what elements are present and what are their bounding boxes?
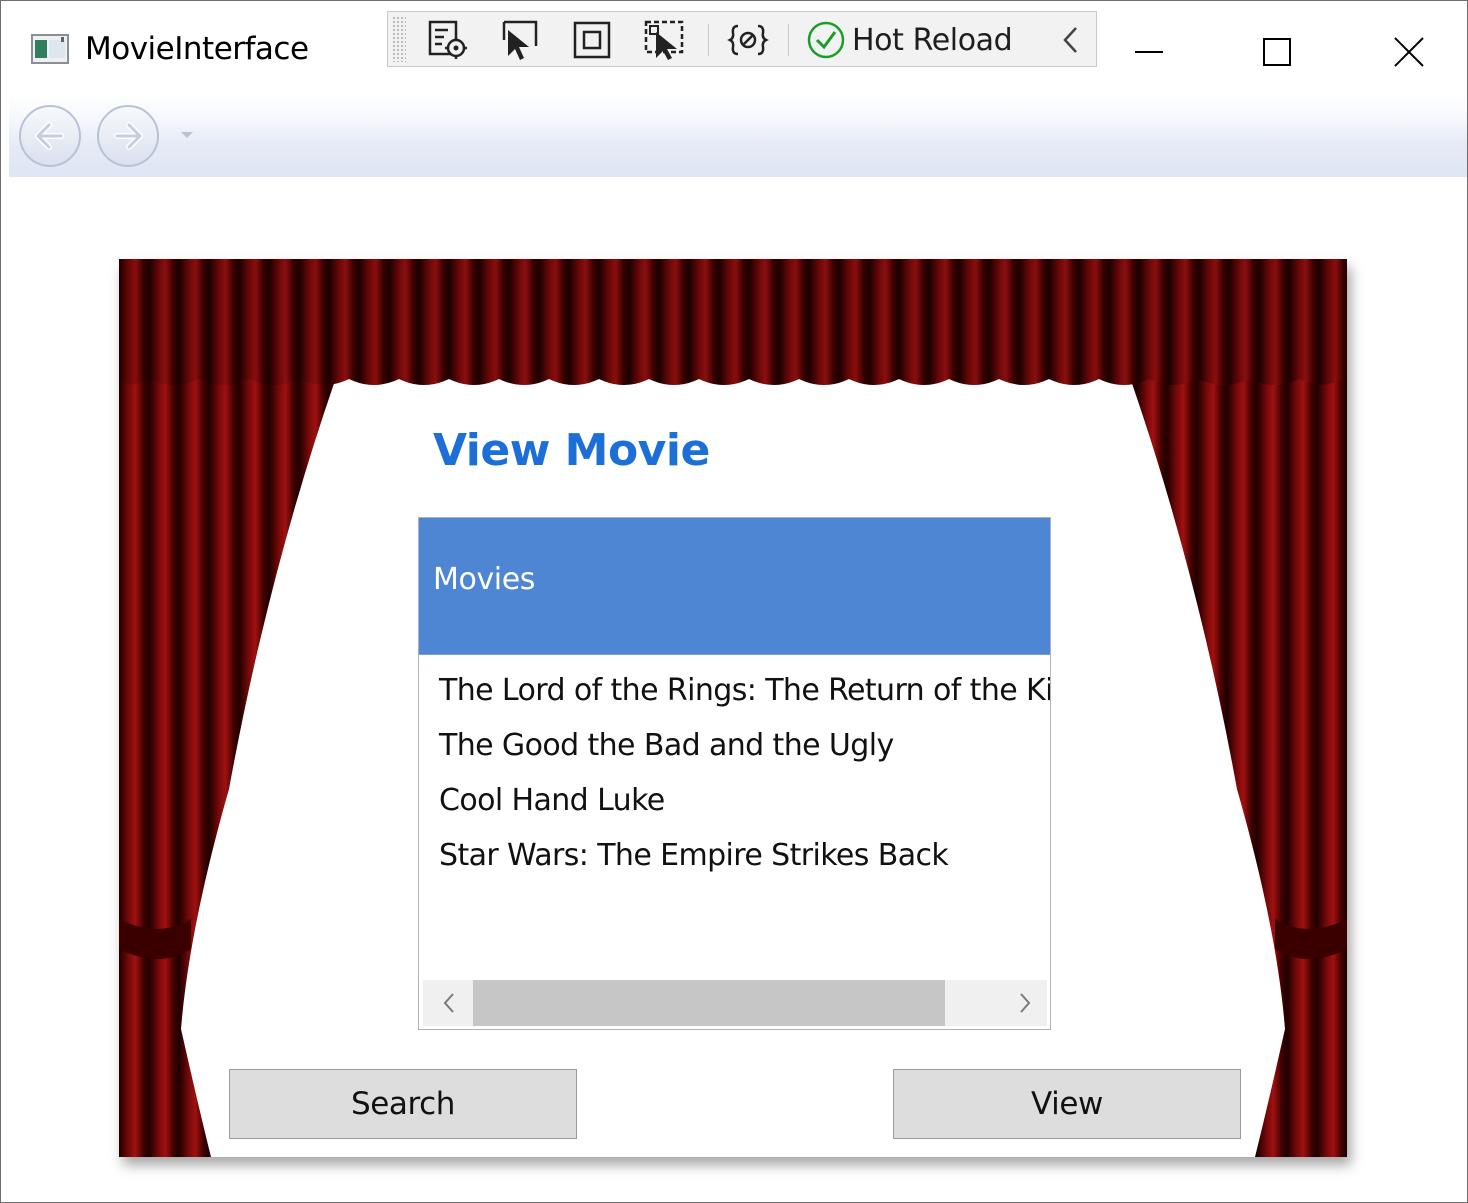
scroll-right-icon[interactable] bbox=[1005, 980, 1045, 1026]
search-button[interactable]: Search bbox=[229, 1069, 577, 1139]
scroll-left-icon[interactable] bbox=[429, 980, 469, 1026]
list-item[interactable]: The Lord of the Rings: The Return of the… bbox=[419, 668, 1050, 723]
toolbar-separator bbox=[788, 24, 789, 56]
view-button[interactable]: View bbox=[893, 1069, 1241, 1139]
hot-reload-label: Hot Reload bbox=[852, 22, 1013, 58]
right-curtain-image bbox=[1127, 369, 1347, 1157]
xaml-debug-toolbar: Hot Reload bbox=[387, 11, 1097, 67]
curtain-valance-image bbox=[119, 259, 1347, 385]
forward-arrow-icon[interactable] bbox=[95, 103, 161, 169]
binding-failures-icon[interactable] bbox=[726, 18, 770, 62]
hot-reload-check-icon bbox=[807, 21, 845, 59]
collapse-chevron-icon[interactable] bbox=[1056, 20, 1086, 60]
list-item[interactable]: Star Wars: The Empire Strikes Back bbox=[419, 833, 1050, 888]
close-icon[interactable] bbox=[1349, 11, 1468, 91]
live-visual-tree-icon[interactable] bbox=[426, 18, 470, 62]
column-header-movies[interactable]: Movies bbox=[419, 518, 1050, 655]
maximize-icon[interactable] bbox=[1217, 11, 1337, 91]
select-element-icon[interactable] bbox=[498, 18, 542, 62]
column-header-label: Movies bbox=[433, 562, 536, 597]
navigation-bar bbox=[9, 93, 1467, 177]
toolbar-grip[interactable] bbox=[392, 16, 406, 62]
hot-reload-status[interactable]: Hot Reload bbox=[806, 18, 1013, 62]
toolbar-separator bbox=[708, 24, 709, 56]
display-layout-adorners-icon[interactable] bbox=[570, 18, 614, 62]
back-arrow-icon[interactable] bbox=[17, 103, 83, 169]
list-item[interactable]: Cool Hand Luke bbox=[419, 778, 1050, 833]
movies-listview[interactable]: Movies The Lord of the Rings: The Return… bbox=[418, 517, 1051, 1030]
track-focus-icon[interactable] bbox=[642, 18, 686, 62]
list-item[interactable]: The Good the Bad and the Ugly bbox=[419, 723, 1050, 778]
minimize-icon[interactable] bbox=[1089, 11, 1209, 91]
scrollbar-thumb[interactable] bbox=[473, 980, 945, 1026]
left-curtain-image bbox=[119, 369, 339, 1157]
app-window: MovieInterface Hot Reload View Movie Mov… bbox=[0, 0, 1468, 1203]
history-dropdown-icon[interactable] bbox=[177, 127, 197, 143]
horizontal-scrollbar[interactable] bbox=[423, 980, 1047, 1026]
page-heading: View Movie bbox=[433, 425, 710, 476]
app-window-icon bbox=[31, 34, 69, 64]
movie-list: The Lord of the Rings: The Return of the… bbox=[419, 668, 1050, 888]
window-title: MovieInterface bbox=[85, 31, 309, 67]
